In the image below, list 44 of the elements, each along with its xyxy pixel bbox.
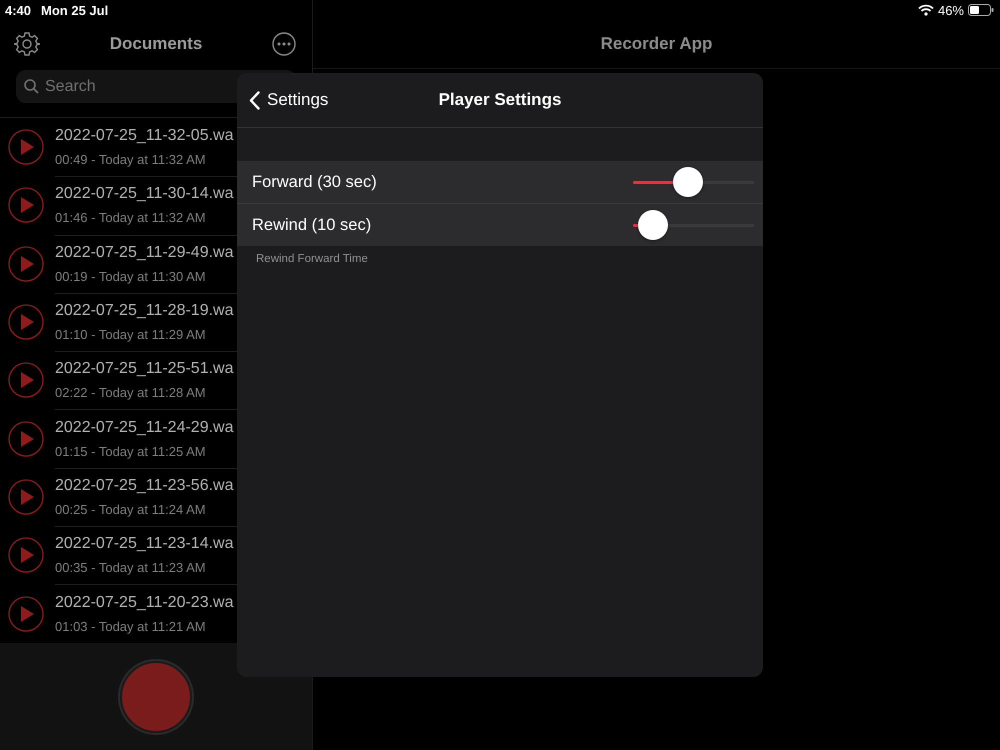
recording-name[interactable]: 2022-07-25_11-20-23.wa <box>55 594 234 612</box>
wifi-icon <box>918 4 934 16</box>
play-icon[interactable] <box>8 304 44 340</box>
settings-icon[interactable] <box>14 31 40 57</box>
recording-name[interactable]: 2022-07-25_11-32-05.wa <box>55 127 234 146</box>
sidebar-title: Documents <box>110 34 202 54</box>
play-icon[interactable] <box>8 420 44 457</box>
recording-name[interactable]: 2022-07-25_11-29-49.wa <box>55 244 234 262</box>
recording-details: 00:49 - Today at 11:32 AM <box>55 152 207 168</box>
chevron-icon <box>249 90 260 110</box>
recording-name[interactable]: 2022-07-25_11-23-14.wa <box>55 535 234 554</box>
section-footer: Rewind Forward Time <box>237 246 763 265</box>
recording-name[interactable]: 2022-07-25_11-30-14.wa <box>55 185 234 204</box>
recording-details: 00:35 - Today at 11:23 AM <box>55 560 207 576</box>
recording-details: 00:25 - Today at 11:24 AM <box>55 502 207 517</box>
status-date: Mon 25 Jul <box>41 2 108 18</box>
battery-percent: 46% <box>938 2 964 18</box>
recording-name[interactable]: 2022-07-25_11-28-19.wa <box>55 302 234 320</box>
recording-details: 02:22 - Today at 11:28 AM <box>55 385 207 400</box>
recording-details: 01:03 - Today at 11:21 AM <box>55 618 207 634</box>
recording-name[interactable]: 2022-07-25_11-24-29.wa <box>55 418 234 437</box>
recording-name[interactable]: 2022-07-25_11-25-51.wa <box>55 360 234 378</box>
setting-label: Rewind (10 sec) <box>252 216 372 234</box>
play-icon[interactable] <box>8 362 44 398</box>
sheet-title: Player Settings <box>438 90 562 110</box>
recording-details: 00:19 - Today at 11:30 AM <box>55 268 207 284</box>
slider[interactable] <box>633 167 754 197</box>
play-icon[interactable] <box>8 478 44 515</box>
recording-details: 01:10 - Today at 11:29 AM <box>55 327 207 342</box>
play-icon[interactable] <box>8 129 44 166</box>
play-icon[interactable] <box>8 246 44 282</box>
app-title: Recorder App <box>600 34 712 54</box>
slider[interactable] <box>633 210 754 240</box>
recording-details: 01:46 - Today at 11:32 AM <box>55 210 207 226</box>
play-icon[interactable] <box>8 187 44 224</box>
record-button[interactable] <box>120 660 192 732</box>
status-time: 4:40 <box>5 2 32 18</box>
setting-label: Forward (30 sec) <box>252 172 377 192</box>
recording-details: 01:15 - Today at 11:25 AM <box>55 444 207 459</box>
recording-name[interactable]: 2022-07-25_11-23-56.wa <box>55 476 234 495</box>
play-icon[interactable] <box>8 596 44 632</box>
play-icon[interactable] <box>8 537 44 574</box>
more-icon[interactable] <box>272 32 296 56</box>
battery-icon <box>968 4 994 16</box>
